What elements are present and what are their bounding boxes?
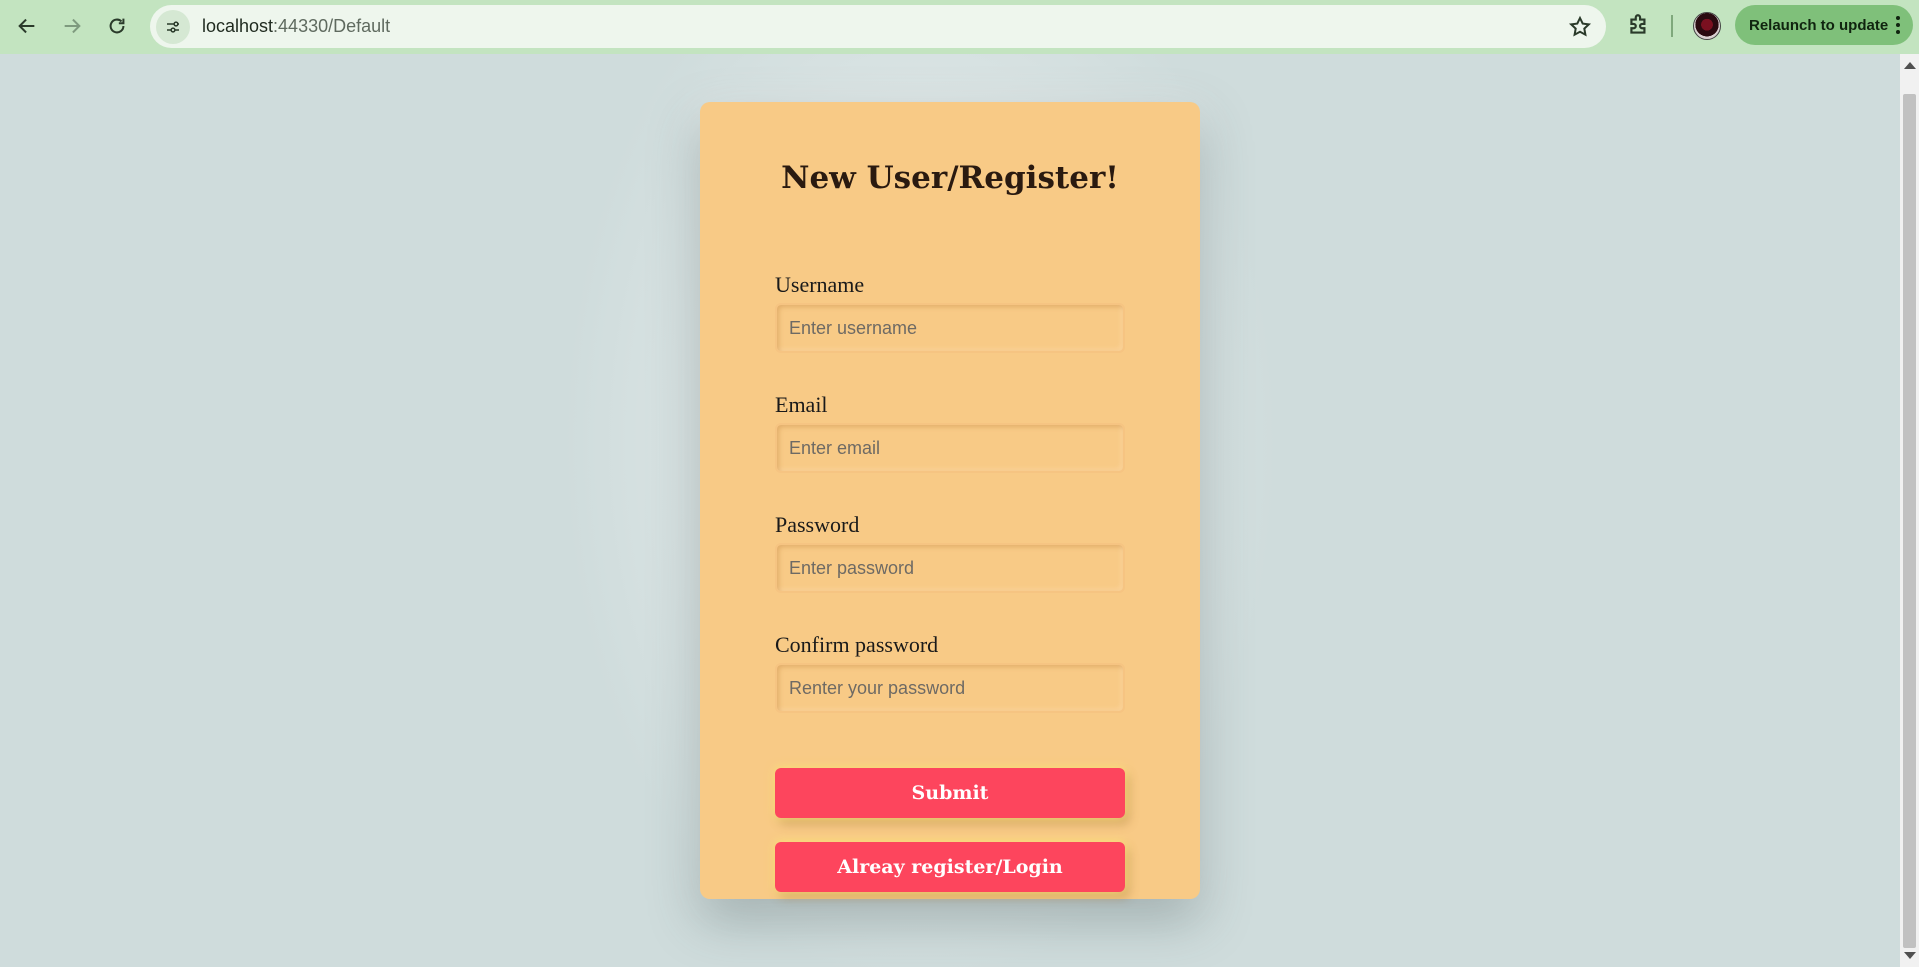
reload-icon bbox=[109, 18, 125, 34]
url-host: localhost bbox=[202, 16, 274, 36]
url-text: localhost:44330/Default bbox=[202, 16, 390, 37]
confirm-password-label: Confirm password bbox=[775, 632, 939, 657]
relaunch-button[interactable]: Relaunch to update bbox=[1735, 5, 1913, 45]
toolbar-divider bbox=[1671, 15, 1673, 37]
scroll-down-arrow-icon[interactable] bbox=[1904, 952, 1916, 959]
vertical-scrollbar[interactable] bbox=[1900, 54, 1919, 967]
email-input[interactable] bbox=[775, 423, 1125, 473]
register-card: New User/Register! Username Email Passwo… bbox=[700, 102, 1200, 899]
site-info-button[interactable] bbox=[156, 9, 190, 44]
confirm-password-input[interactable] bbox=[775, 663, 1125, 713]
more-vert-icon bbox=[1896, 16, 1900, 34]
extensions-icon[interactable] bbox=[1626, 12, 1652, 38]
forward-button[interactable] bbox=[50, 4, 94, 48]
login-button[interactable]: Alreay register/Login bbox=[775, 842, 1125, 892]
submit-button[interactable]: Submit bbox=[775, 768, 1125, 818]
password-label: Password bbox=[775, 512, 860, 537]
browser-toolbar: localhost:44330/Default Relaunch to upda… bbox=[0, 0, 1919, 54]
form-title: New User/Register! bbox=[781, 160, 1119, 196]
bookmark-star-icon[interactable] bbox=[1568, 15, 1592, 39]
tune-icon bbox=[167, 20, 179, 33]
arrow-left-icon bbox=[18, 18, 35, 34]
password-input[interactable] bbox=[775, 543, 1125, 593]
relaunch-label: Relaunch to update bbox=[1749, 16, 1889, 34]
address-bar[interactable]: localhost:44330/Default bbox=[150, 5, 1606, 48]
reload-button[interactable] bbox=[95, 4, 139, 48]
username-input[interactable] bbox=[775, 303, 1125, 353]
scroll-thumb[interactable] bbox=[1903, 94, 1916, 948]
page-content: New User/Register! Username Email Passwo… bbox=[0, 54, 1900, 967]
profile-avatar[interactable] bbox=[1693, 12, 1721, 40]
url-path: :44330/Default bbox=[273, 16, 391, 36]
scroll-up-arrow-icon[interactable] bbox=[1904, 62, 1916, 69]
arrow-right-icon bbox=[64, 18, 81, 34]
email-label: Email bbox=[775, 392, 828, 417]
back-button[interactable] bbox=[5, 4, 49, 48]
username-label: Username bbox=[775, 272, 865, 297]
